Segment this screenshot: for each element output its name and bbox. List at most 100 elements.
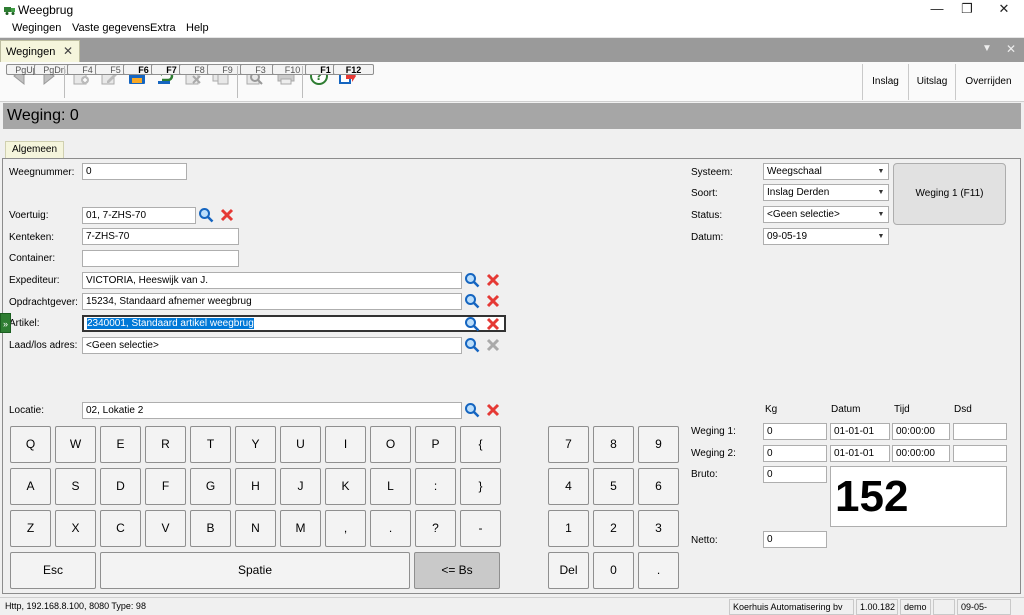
key-esc[interactable]: Esc	[10, 552, 96, 589]
key-row1-0[interactable]: Q	[10, 426, 51, 463]
numpad-key-1[interactable]: 8	[593, 426, 634, 463]
numpad-key-6[interactable]: 1	[548, 510, 589, 547]
numpad-key-0[interactable]: 7	[548, 426, 589, 463]
voertuig-field[interactable]: 01, 7-ZHS-70	[82, 207, 196, 224]
tabstrip-dropdown-icon[interactable]: ▼	[982, 43, 992, 54]
key-row2-3[interactable]: F	[145, 468, 186, 505]
numpad-key-5[interactable]: 6	[638, 468, 679, 505]
artikel-field[interactable]: 2340001, Standaard artikel weegbrug	[82, 315, 506, 332]
key-row1-2[interactable]: E	[100, 426, 141, 463]
clear-icon[interactable]	[485, 316, 501, 332]
menu-vaste-gegevens[interactable]: Vaste gegevens	[72, 22, 150, 34]
numpad-key-7[interactable]: 2	[593, 510, 634, 547]
help-button[interactable]: F1 ?	[305, 64, 346, 100]
key-row1-8[interactable]: O	[370, 426, 411, 463]
kenteken-field[interactable]: 7-ZHS-70	[82, 228, 239, 245]
next-button[interactable]: PgDn	[34, 64, 75, 100]
netto-field[interactable]: 0	[763, 531, 827, 548]
numpad-key-8[interactable]: 3	[638, 510, 679, 547]
exit-button[interactable]: F12	[333, 64, 374, 100]
soort-select[interactable]: Inslag Derden ▼	[763, 184, 889, 201]
systeem-select[interactable]: Weegschaal ▼	[763, 163, 889, 180]
key-row1-3[interactable]: R	[145, 426, 186, 463]
key-row2-6[interactable]: J	[280, 468, 321, 505]
key-row1-6[interactable]: U	[280, 426, 321, 463]
search-icon[interactable]	[198, 207, 214, 223]
tab-close-icon[interactable]: ✕	[63, 44, 73, 58]
key-row2-2[interactable]: D	[100, 468, 141, 505]
delete-button[interactable]: F8	[179, 64, 220, 100]
search-icon[interactable]	[464, 402, 480, 418]
menu-wegingen[interactable]: Wegingen	[12, 22, 61, 34]
container-field[interactable]	[82, 250, 239, 267]
numpad-key-9[interactable]: Del	[548, 552, 589, 589]
weging1-dsd[interactable]	[953, 423, 1007, 440]
bruto-field[interactable]: 0	[763, 466, 827, 483]
laadlos-field[interactable]: <Geen selectie>	[82, 337, 462, 354]
opdrachtgever-field[interactable]: 15234, Standaard afnemer weegbrug	[82, 293, 462, 310]
weging-1-button[interactable]: Weging 1 (F11)	[893, 163, 1006, 225]
uitslag-button[interactable]: Uitslag	[908, 64, 955, 100]
inslag-button[interactable]: Inslag	[862, 64, 908, 100]
search-icon[interactable]	[464, 337, 480, 353]
key-row2-5[interactable]: H	[235, 468, 276, 505]
weging1-kg[interactable]: 0	[763, 423, 827, 440]
key-row3-0[interactable]: Z	[10, 510, 51, 547]
minimize-button[interactable]: —	[922, 0, 952, 20]
tab-algemeen[interactable]: Algemeen	[5, 141, 64, 158]
key-row1-4[interactable]: T	[190, 426, 231, 463]
clear-icon[interactable]	[485, 272, 501, 288]
numpad-key-2[interactable]: 9	[638, 426, 679, 463]
key-row3-10[interactable]: -	[460, 510, 501, 547]
status-select[interactable]: <Geen selectie> ▼	[763, 206, 889, 223]
search-icon[interactable]	[464, 316, 480, 332]
key-backspace[interactable]: <= Bs	[414, 552, 500, 589]
tab-wegingen[interactable]: Wegingen ✕	[0, 40, 80, 62]
key-row3-1[interactable]: X	[55, 510, 96, 547]
key-row2-8[interactable]: L	[370, 468, 411, 505]
key-row3-2[interactable]: C	[100, 510, 141, 547]
key-row3-4[interactable]: B	[190, 510, 231, 547]
expediteur-field[interactable]: VICTORIA, Heeswijk van J.	[82, 272, 462, 289]
prev-button[interactable]: PgUp	[6, 64, 47, 100]
print-button[interactable]: F10	[272, 64, 313, 100]
weging2-datum[interactable]: 01-01-01	[830, 445, 890, 462]
key-row1-1[interactable]: W	[55, 426, 96, 463]
key-row1-10[interactable]: {	[460, 426, 501, 463]
key-row2-4[interactable]: G	[190, 468, 231, 505]
numpad-key-3[interactable]: 4	[548, 468, 589, 505]
search-icon[interactable]	[464, 272, 480, 288]
datum-select[interactable]: 09-05-19 ▼	[763, 228, 889, 245]
clear-icon[interactable]	[485, 293, 501, 309]
key-row2-0[interactable]: A	[10, 468, 51, 505]
undo-button[interactable]: F7	[151, 64, 192, 100]
key-row1-7[interactable]: I	[325, 426, 366, 463]
weging1-tijd[interactable]: 00:00:00	[892, 423, 950, 440]
key-row3-5[interactable]: N	[235, 510, 276, 547]
copy-button[interactable]: F9	[207, 64, 248, 100]
save-button[interactable]: F6	[123, 64, 164, 100]
clear-icon[interactable]	[485, 402, 501, 418]
numpad-key-10[interactable]: 0	[593, 552, 634, 589]
key-row3-3[interactable]: V	[145, 510, 186, 547]
key-row2-10[interactable]: }	[460, 468, 501, 505]
close-window-button[interactable]: ✕	[989, 0, 1019, 20]
key-row1-5[interactable]: Y	[235, 426, 276, 463]
menu-help[interactable]: Help	[186, 22, 209, 34]
weging2-kg[interactable]: 0	[763, 445, 827, 462]
numpad-key-11[interactable]: .	[638, 552, 679, 589]
overrijden-button[interactable]: Overrijden	[955, 64, 1021, 100]
key-row3-6[interactable]: M	[280, 510, 321, 547]
weegnummer-field[interactable]: 0	[82, 163, 187, 180]
key-row3-9[interactable]: ?	[415, 510, 456, 547]
weging2-tijd[interactable]: 00:00:00	[892, 445, 950, 462]
search-doc-button[interactable]: F3	[240, 64, 281, 100]
key-row2-7[interactable]: K	[325, 468, 366, 505]
key-row3-8[interactable]: .	[370, 510, 411, 547]
key-row2-9[interactable]: :	[415, 468, 456, 505]
edit-button[interactable]: F5	[95, 64, 136, 100]
locatie-field[interactable]: 02, Lokatie 2	[82, 402, 462, 419]
tabstrip-close-icon[interactable]: ✕	[1006, 42, 1016, 56]
weging1-datum[interactable]: 01-01-01	[830, 423, 890, 440]
weging2-dsd[interactable]	[953, 445, 1007, 462]
